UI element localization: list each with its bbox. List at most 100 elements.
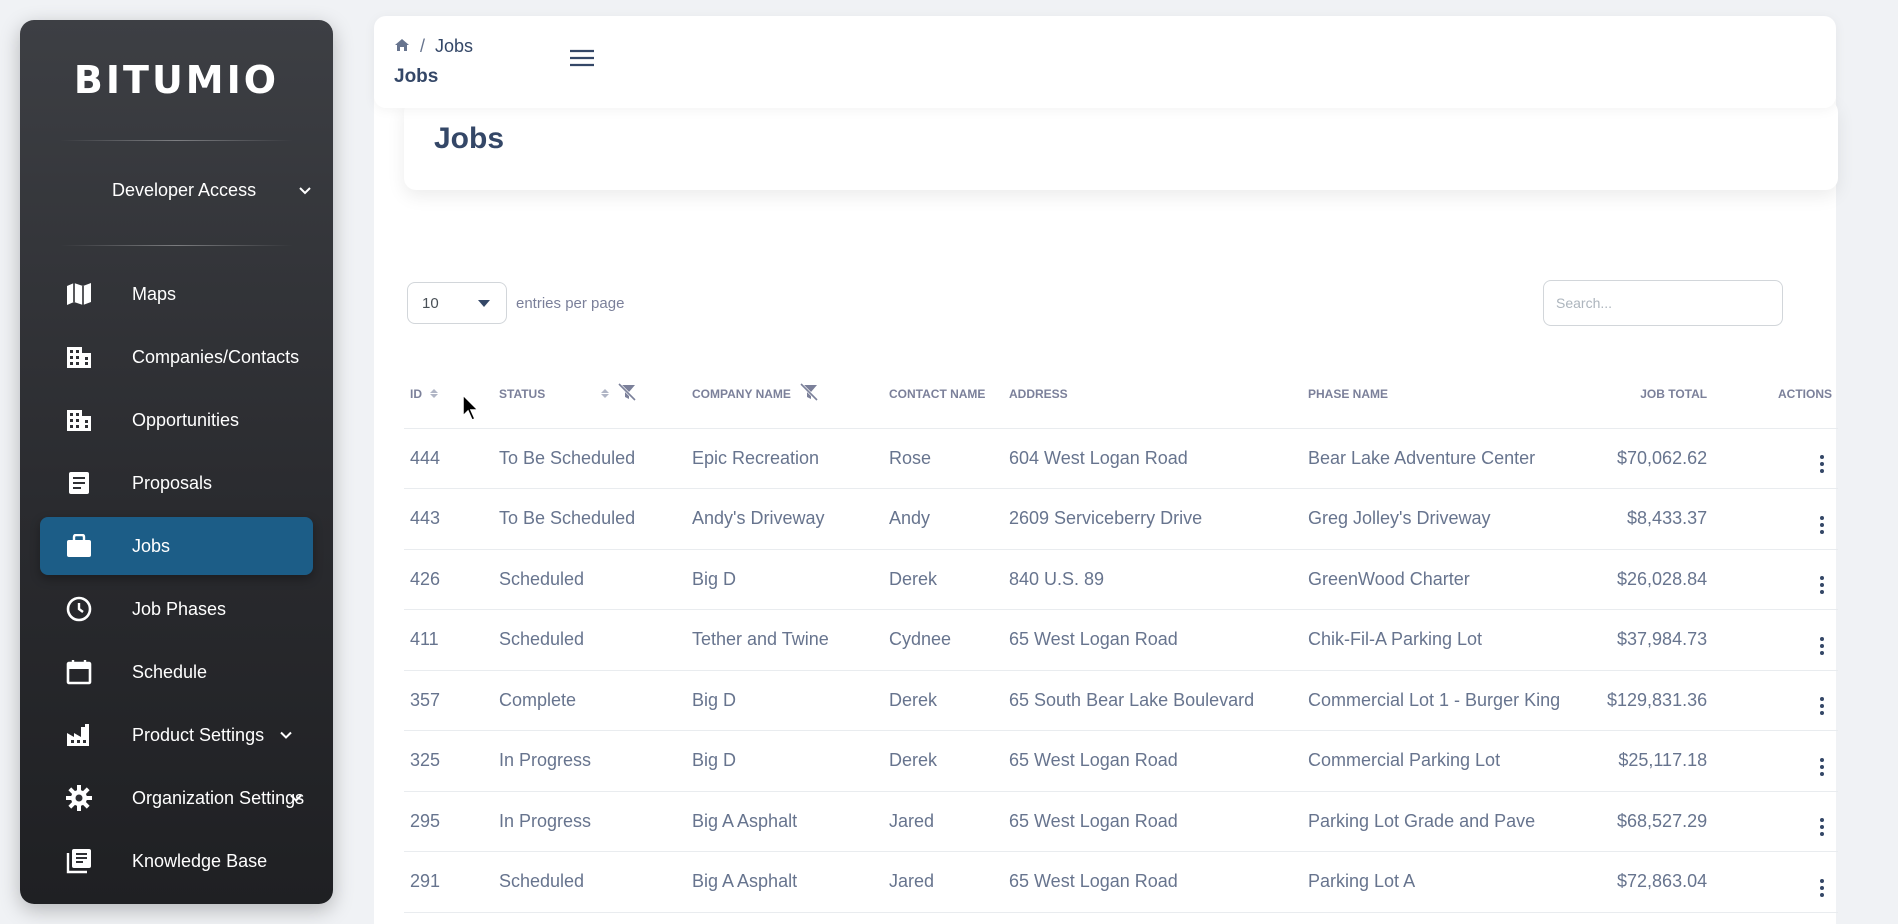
table-row[interactable]: 411 Scheduled Tether and Twine Cydnee 65 Wes… — [404, 609, 1838, 671]
cell-job-total: $26,028.84 — [1601, 549, 1714, 610]
cell-phase-name: GreenWood Charter — [1302, 549, 1601, 610]
cell-job-total: $37,984.73 — [1601, 609, 1714, 671]
cell-address: 840 U.S. 89 — [1003, 549, 1302, 610]
menu-toggle-icon[interactable] — [569, 48, 595, 73]
cell-job-total: $70,062.62 — [1601, 428, 1714, 489]
sort-icon — [430, 389, 438, 399]
cell-job-total: $72,863.04 — [1601, 851, 1714, 913]
sidebar-nav: Maps Companies/Contacts Opportunities Pr… — [40, 265, 313, 895]
table-header-row: ID STATUS COMPANY NAME CONTACT NAME ADDR… — [404, 360, 1838, 429]
column-header-status[interactable]: STATUS — [493, 360, 686, 429]
more-actions-icon[interactable] — [1820, 455, 1824, 474]
cell-company-name: Andy's Driveway — [686, 488, 883, 550]
table-body: 444 To Be Scheduled Epic Recreation Rose 604… — [404, 428, 1838, 913]
jobs-table: ID STATUS COMPANY NAME CONTACT NAME ADDR… — [404, 360, 1838, 913]
table-row[interactable]: 325 In Progress Big D Derek 65 West Logan Ro… — [404, 730, 1838, 792]
cell-status: In Progress — [493, 730, 686, 792]
more-actions-icon[interactable] — [1820, 757, 1824, 776]
column-header-phase-name[interactable]: PHASE NAME — [1302, 360, 1601, 429]
cell-job-total: $68,527.29 — [1601, 791, 1714, 852]
cell-id: 295 — [404, 791, 493, 852]
cell-status: To Be Scheduled — [493, 428, 686, 489]
sidebar-item-jobs[interactable]: Jobs — [40, 517, 313, 575]
cell-contact-name: Derek — [883, 670, 1003, 731]
caret-down-icon — [478, 300, 490, 307]
search-input[interactable] — [1543, 280, 1783, 326]
filter-off-icon[interactable] — [799, 383, 819, 404]
more-actions-icon[interactable] — [1820, 576, 1824, 595]
table-row[interactable]: 357 Complete Big D Derek 65 South Bear Lake … — [404, 670, 1838, 731]
cell-address: 65 West Logan Road — [1003, 609, 1302, 671]
cell-phase-name: Chik-Fil-A Parking Lot — [1302, 609, 1601, 671]
sidebar-item-label: Job Phases — [132, 598, 227, 619]
more-actions-icon[interactable] — [1820, 515, 1824, 534]
cell-phase-name: Bear Lake Adventure Center — [1302, 428, 1601, 489]
cell-address: 65 South Bear Lake Boulevard — [1003, 670, 1302, 731]
chevron-down-icon — [289, 788, 303, 809]
more-actions-icon[interactable] — [1820, 697, 1824, 716]
sidebar-item-label: Knowledge Base — [132, 850, 268, 871]
sidebar-item-opportunities[interactable]: Opportunities — [40, 391, 313, 449]
cell-status: Complete — [493, 670, 686, 731]
more-actions-icon[interactable] — [1820, 818, 1824, 837]
more-actions-icon[interactable] — [1820, 636, 1824, 655]
column-header-company-name[interactable]: COMPANY NAME — [686, 360, 883, 429]
sidebar-item-label: Jobs — [132, 535, 171, 556]
gear-icon — [65, 784, 93, 812]
cell-address: 65 West Logan Road — [1003, 791, 1302, 852]
sidebar-item-label: Opportunities — [132, 409, 240, 430]
sidebar-item-maps[interactable]: Maps — [40, 265, 313, 323]
sidebar-item-schedule[interactable]: Schedule — [40, 643, 313, 701]
developer-access-dropdown[interactable]: Developer Access — [112, 180, 312, 201]
table-row[interactable]: 444 To Be Scheduled Epic Recreation Rose 604… — [404, 428, 1838, 489]
divider — [60, 140, 293, 141]
cell-job-total: $129,831.36 — [1601, 670, 1714, 731]
cell-phase-name: Commercial Lot 1 - Burger King — [1302, 670, 1601, 731]
sidebar-item-job-phases[interactable]: Job Phases — [40, 580, 313, 638]
page-header-card: Jobs — [404, 100, 1838, 190]
factory-icon — [65, 721, 93, 749]
library-icon — [65, 847, 93, 875]
sidebar-item-organization-settings[interactable]: Organization Settings — [40, 769, 313, 827]
page-title: Jobs — [434, 122, 505, 155]
sidebar-item-label: Maps — [132, 283, 177, 304]
sidebar-item-proposals[interactable]: Proposals — [40, 454, 313, 512]
navbar-page-title: Jobs — [394, 66, 439, 87]
table-row[interactable]: 295 In Progress Big A Asphalt Jared 65 West … — [404, 791, 1838, 852]
chevron-down-icon — [298, 180, 312, 201]
home-icon[interactable] — [394, 36, 410, 57]
breadcrumb-current[interactable]: Jobs — [435, 36, 473, 57]
table-row[interactable]: 291 Scheduled Big A Asphalt Jared 65 West Lo… — [404, 851, 1838, 913]
table-row[interactable]: 443 To Be Scheduled Andy's Driveway Andy 260… — [404, 488, 1838, 550]
entries-per-page-select[interactable]: 10 — [407, 282, 507, 324]
column-header-address[interactable]: ADDRESS — [1003, 360, 1302, 429]
cell-contact-name: Rose — [883, 428, 1003, 489]
cell-status: In Progress — [493, 791, 686, 852]
brand-logo: BITUMIO — [73, 58, 280, 102]
cell-id: 411 — [404, 609, 493, 671]
table-row[interactable]: 426 Scheduled Big D Derek 840 U.S. 89 GreenWo… — [404, 549, 1838, 610]
cell-company-name: Big A Asphalt — [686, 791, 883, 852]
cell-contact-name: Derek — [883, 549, 1003, 610]
cell-company-name: Epic Recreation — [686, 428, 883, 489]
sidebar-item-knowledge-base[interactable]: Knowledge Base — [40, 832, 313, 890]
cell-address: 65 West Logan Road — [1003, 730, 1302, 792]
more-actions-icon[interactable] — [1820, 878, 1824, 897]
cell-actions — [1713, 609, 1838, 671]
entries-per-page-value: 10 — [422, 294, 439, 312]
sidebar-item-companies-contacts[interactable]: Companies/Contacts — [40, 328, 313, 386]
column-header-contact-name[interactable]: CONTACT NAME — [883, 360, 1003, 429]
cell-actions — [1713, 488, 1838, 550]
developer-access-label: Developer Access — [112, 180, 257, 200]
cell-contact-name: Jared — [883, 851, 1003, 913]
cell-actions — [1713, 549, 1838, 610]
column-header-job-total[interactable]: JOB TOTAL — [1601, 360, 1714, 429]
document-icon — [65, 469, 93, 497]
entries-per-page: 10 entries per page — [407, 282, 624, 324]
cell-phase-name: Greg Jolley's Driveway — [1302, 488, 1601, 550]
sidebar: BITUMIO Developer Access Maps Companies/… — [20, 20, 333, 904]
cell-company-name: Big D — [686, 549, 883, 610]
sidebar-item-product-settings[interactable]: Product Settings — [40, 706, 313, 764]
filter-off-icon[interactable] — [617, 383, 637, 404]
sidebar-item-label: Schedule — [132, 661, 208, 682]
